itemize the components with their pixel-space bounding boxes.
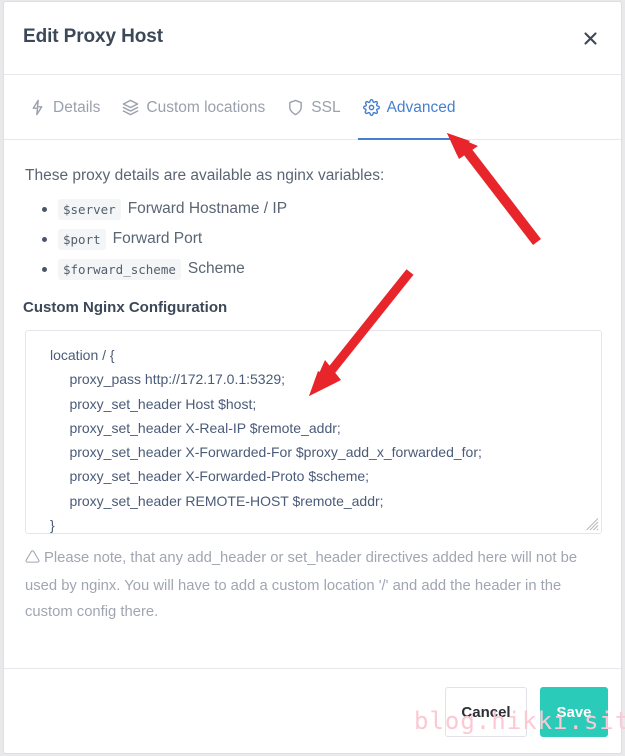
intro-text: These proxy details are available as ngi…: [25, 167, 385, 184]
cancel-button[interactable]: Cancel: [445, 687, 527, 737]
tab-details-label: Details: [53, 98, 101, 116]
warning-text: Please note, that any add_header or set_…: [25, 550, 578, 620]
edit-proxy-host-dialog: Edit Proxy Host Details Custom locations…: [3, 1, 622, 754]
tab-custom-locations-label: Custom locations: [146, 98, 266, 116]
variable-name: $server: [58, 198, 121, 220]
variable-description: Forward Port: [112, 230, 203, 247]
nginx-directives-warning: Please note, that any add_header or set_…: [25, 545, 593, 625]
tab-custom-locations[interactable]: Custom locations: [111, 75, 276, 140]
warning-triangle-icon: [25, 547, 40, 573]
custom-nginx-configuration-label: Custom Nginx Configuration: [23, 299, 228, 316]
lightning-bolt-icon: [29, 99, 46, 116]
list-item: $port Forward Port: [41, 224, 287, 254]
page-title: Edit Proxy Host: [23, 26, 163, 47]
tab-ssl-label: SSL: [311, 98, 341, 116]
custom-nginx-configuration-field[interactable]: location / { proxy_pass http://172.17.0.…: [25, 330, 602, 534]
list-item: $forward_scheme Scheme: [41, 254, 287, 284]
screen: Edit Proxy Host Details Custom locations…: [0, 0, 625, 756]
tab-advanced-label: Advanced: [386, 98, 456, 116]
custom-nginx-configuration-value[interactable]: location / { proxy_pass http://172.17.0.…: [26, 331, 601, 533]
variable-name: $forward_scheme: [58, 258, 181, 280]
variable-description: Scheme: [187, 260, 245, 277]
shield-icon: [287, 99, 304, 116]
dialog-body: These proxy details are available as ngi…: [4, 140, 621, 668]
nginx-variables-list: $server Forward Hostname / IP $port Forw…: [25, 194, 287, 284]
layers-icon: [122, 99, 139, 116]
tab-details[interactable]: Details: [18, 75, 111, 140]
resize-handle-icon[interactable]: [585, 517, 599, 531]
dialog-footer: Cancel Save: [4, 668, 621, 753]
tab-advanced[interactable]: Advanced: [352, 75, 467, 140]
variable-description: Forward Hostname / IP: [127, 200, 288, 217]
dialog-header: Edit Proxy Host: [4, 2, 621, 75]
close-icon[interactable]: [576, 24, 604, 52]
list-item: $server Forward Hostname / IP: [41, 194, 288, 224]
gear-icon: [362, 99, 380, 116]
tab-ssl[interactable]: SSL: [276, 75, 351, 140]
tab-bar: Details Custom locations SSL Advanced: [4, 75, 621, 140]
save-button[interactable]: Save: [540, 687, 608, 737]
variable-name: $port: [58, 228, 106, 250]
